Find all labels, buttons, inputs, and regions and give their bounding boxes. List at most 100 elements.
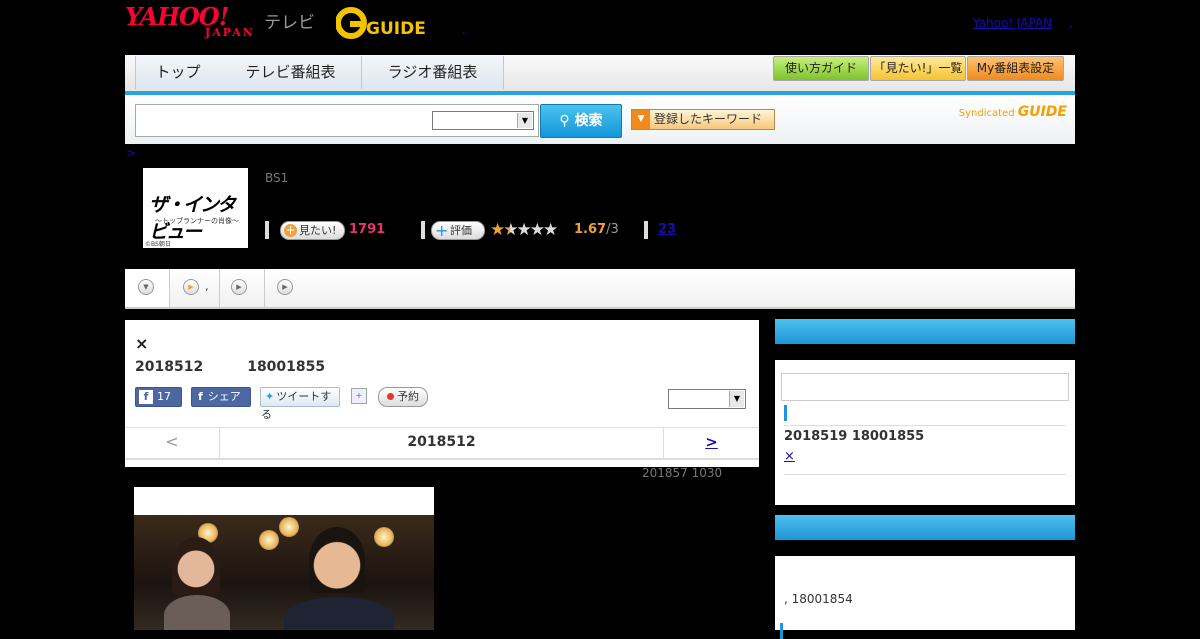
saved-keywords-button[interactable]: ▼ 登録したキーワード <box>631 109 775 130</box>
divider <box>784 425 1066 426</box>
thumbnail-subtitle: 〜トップランナーの肖像〜 <box>155 217 239 225</box>
triangle-down-icon: ▼ <box>632 110 650 129</box>
guest-body <box>284 597 394 630</box>
next-broadcast-box: 2018519 18001855 × <box>775 319 1075 505</box>
review-count-link[interactable]: 23 <box>658 222 676 237</box>
facebook-like-button[interactable]: f 17 <box>135 387 182 407</box>
search-icon: ⚲ <box>559 113 570 129</box>
next-broadcast-close-link[interactable]: × <box>784 449 795 464</box>
japan-logo-text: JAPAN <box>205 26 255 39</box>
rating-max: /3 <box>606 222 619 237</box>
divider <box>421 221 425 239</box>
yahoo-japan-comma: , <box>1069 16 1073 30</box>
divider <box>784 474 1066 475</box>
rate-button[interactable]: + 評価 <box>431 221 485 240</box>
host-face <box>172 537 220 595</box>
channel-name: BS1 <box>265 171 289 185</box>
star-empty-icon: ★ <box>516 220 532 240</box>
mitai-list-button[interactable]: 「見たい!」一覧 <box>870 56 966 81</box>
my-schedule-settings-button[interactable]: My番組表設定 <box>967 56 1064 81</box>
subtab-1[interactable]: ▶ , <box>170 269 220 307</box>
yahoo-japan-logo[interactable]: YAHOO! JAPAN <box>125 5 255 39</box>
nav-tab-top[interactable]: トップ <box>135 56 221 89</box>
rate-label: 評価 <box>450 224 472 237</box>
play-icon: ▶ <box>231 279 247 295</box>
syndicated-label: Syndicated <box>958 108 1015 119</box>
reminder-select[interactable]: ▼ <box>668 389 746 409</box>
facebook-icon: f <box>198 390 203 403</box>
star-empty-icon: ★ <box>529 220 545 240</box>
search-category-select[interactable]: ▼ <box>432 111 534 130</box>
plus-icon: + <box>435 221 449 240</box>
thumbnail-credit: ©BS朝日 <box>145 241 171 248</box>
chevron-down-icon: ▼ <box>138 279 154 295</box>
section-marker <box>780 623 783 639</box>
syndicated-logo-text: GUIDE <box>1017 104 1067 120</box>
star-empty-icon: ★ <box>543 220 558 240</box>
program-subtabs: ▼ ▶ , ▶ ▶ <box>125 269 1075 309</box>
broadcast-datetime: 2018512 18001855 <box>135 359 325 375</box>
tv-logo-text[interactable]: テレビ <box>264 8 315 33</box>
next-broadcast-datetime: 2018519 18001855 <box>784 429 925 444</box>
host-body <box>164 595 230 630</box>
divider <box>644 221 648 239</box>
program-photo-block <box>134 487 434 630</box>
search-button[interactable]: ⚲ 検索 <box>540 104 622 138</box>
subtab-detail[interactable]: ▼ <box>125 269 170 307</box>
program-thumbnail[interactable]: ザ・インタビュー 〜トップランナーの肖像〜 ©BS朝日 <box>143 168 248 248</box>
day-navigation: < 2018512 > <box>125 427 759 460</box>
nav-tab-tv-guide[interactable]: テレビ番組表 <box>220 56 362 89</box>
section-marker <box>784 405 787 421</box>
record-dot-icon <box>387 393 394 400</box>
sidebar-header <box>775 515 1075 540</box>
broadcast-date: 2018512 <box>135 359 204 375</box>
rating-score: 1.67 <box>574 222 607 237</box>
chevron-down-icon: ▼ <box>517 113 532 128</box>
usage-guide-button[interactable]: 使い方ガイド <box>773 56 869 81</box>
prev-day-button[interactable]: < <box>125 428 220 458</box>
program-photo[interactable] <box>134 515 434 630</box>
chevron-down-icon: ▼ <box>729 391 744 407</box>
play-icon: ▶ <box>183 279 199 295</box>
bookmark-add-icon[interactable]: + <box>351 388 367 404</box>
close-icon[interactable]: × <box>135 334 148 353</box>
star-icon: ★ <box>490 220 505 240</box>
broadcast-time: 18001855 <box>247 359 326 375</box>
mitai-count: 1791 <box>349 222 386 237</box>
svg-text:GUIDE: GUIDE <box>366 19 426 39</box>
next-day-button[interactable]: > <box>663 428 759 458</box>
broadcast-detail-panel: × 2018512 18001855 f 17 f シェア ✦ ツイートする + 予約 … <box>125 320 759 467</box>
gguide-logo[interactable]: GUIDE <box>336 7 430 39</box>
subtab-1-label: , <box>205 280 209 293</box>
play-icon: ▶ <box>277 279 293 295</box>
related-box: , 18001854 <box>775 515 1075 639</box>
facebook-icon: f <box>139 390 153 404</box>
star-half-icon: ★ <box>503 220 518 240</box>
sidebar-input[interactable] <box>781 373 1069 401</box>
facebook-share-label: シェア <box>207 390 241 403</box>
subtab-2[interactable]: ▶ <box>220 269 265 307</box>
facebook-share-button[interactable]: f シェア <box>191 387 251 407</box>
twitter-bird-icon: ✦ <box>265 390 275 403</box>
sidebar-subheader <box>775 344 1075 360</box>
guest-face <box>309 527 365 593</box>
lamp-shape <box>259 530 279 550</box>
syndicated-gguide-logo: Syndicated GUIDE <box>959 104 1067 120</box>
breadcrumb[interactable]: > <box>126 146 136 160</box>
subtab-3[interactable]: ▶ <box>265 269 309 307</box>
lamp-shape <box>374 527 394 547</box>
reserve-button[interactable]: 予約 <box>378 387 428 407</box>
divider <box>265 221 269 239</box>
yahoo-japan-link[interactable]: Yahoo! JAPAN <box>973 16 1052 30</box>
rating-stars: ★★★★★ <box>490 220 558 240</box>
facebook-like-count: 17 <box>157 390 171 403</box>
mitai-button[interactable]: + 見たい! <box>280 221 345 240</box>
sidebar-subheader <box>775 540 1075 556</box>
sidebar-header <box>775 319 1075 344</box>
search-button-label: 検索 <box>574 113 603 129</box>
last-updated: 201857 1030 <box>642 466 723 480</box>
lamp-shape <box>279 517 299 537</box>
tweet-button[interactable]: ✦ ツイートする <box>260 387 340 421</box>
saved-keywords-label: 登録したキーワード <box>654 112 763 126</box>
nav-tab-radio-guide[interactable]: ラジオ番組表 <box>362 56 504 89</box>
